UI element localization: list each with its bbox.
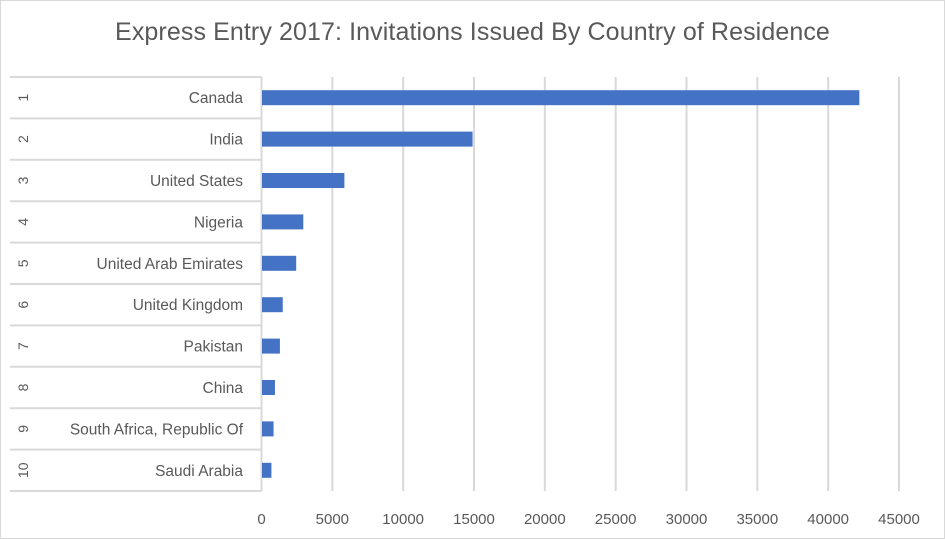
bar bbox=[262, 421, 274, 437]
bar bbox=[262, 297, 283, 313]
x-tick-label: 15000 bbox=[453, 511, 495, 528]
x-tick-label: 5000 bbox=[316, 511, 349, 528]
rank-label: 1 bbox=[15, 94, 31, 102]
x-tick-label: 45000 bbox=[878, 511, 920, 528]
bar bbox=[262, 173, 345, 188]
category-label: United Arab Emirates bbox=[97, 256, 244, 273]
x-tick-label: 0 bbox=[257, 511, 265, 528]
bar bbox=[262, 214, 304, 230]
bar bbox=[262, 462, 272, 478]
rank-label: 3 bbox=[15, 176, 31, 184]
x-tick-label: 25000 bbox=[595, 511, 637, 528]
bar bbox=[262, 380, 275, 395]
x-tick-label: 40000 bbox=[807, 511, 849, 528]
category-label: South Africa, Republic Of bbox=[70, 421, 244, 438]
category-label: China bbox=[203, 380, 244, 397]
category-label: India bbox=[209, 132, 243, 149]
category-label: Pakistan bbox=[184, 339, 243, 356]
rank-label: 6 bbox=[15, 301, 31, 309]
rank-label: 7 bbox=[15, 342, 31, 350]
x-tick-label: 20000 bbox=[524, 511, 566, 528]
category-label: United Kingdom bbox=[133, 297, 243, 314]
rank-label: 9 bbox=[15, 425, 31, 433]
rank-label: 4 bbox=[15, 218, 31, 226]
rank-label: 2 bbox=[15, 135, 31, 143]
x-tick-label: 10000 bbox=[382, 511, 424, 528]
bar bbox=[262, 255, 297, 271]
bar bbox=[262, 131, 473, 147]
category-label: United States bbox=[150, 173, 243, 190]
x-tick-label: 30000 bbox=[666, 511, 708, 528]
category-label: Nigeria bbox=[194, 214, 243, 231]
rank-label: 10 bbox=[15, 462, 31, 478]
x-tick-label: 35000 bbox=[736, 511, 778, 528]
category-label: Canada bbox=[189, 90, 244, 107]
category-label: Saudi Arabia bbox=[155, 463, 243, 480]
chart-plot: Canada 1 India 2 United States 3 Nigeria 4 Unite… bbox=[10, 76, 920, 528]
rank-label: 5 bbox=[15, 259, 31, 267]
bar bbox=[262, 338, 280, 354]
bar bbox=[262, 90, 860, 106]
rank-label: 8 bbox=[15, 383, 31, 391]
